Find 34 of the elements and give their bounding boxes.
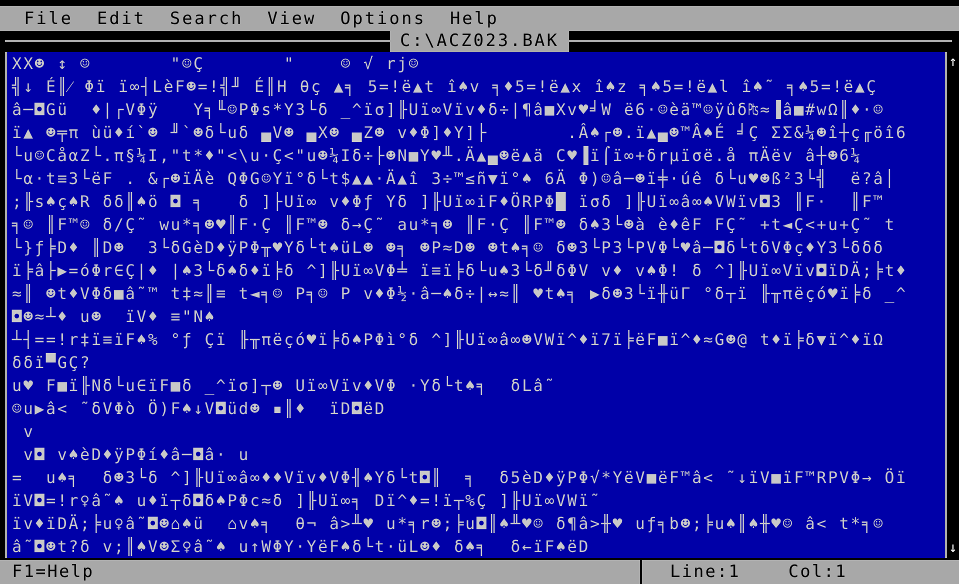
text-line: = u♠╕ δ☻3└δ ^]╟Uï∞â∞♦♦Vïv♦VΦ╢♠Yδ└t◘║ ╕ δ5èD♦ÿPΦ√*YëV■ëF™â< ˜↓ïV■ïF™RPVΦ→ Öï — [12, 467, 908, 489]
text-line: ïv♦ïDÄ;╞u♀â˜◘☻⌂♠ü ⌂v♠╕ θ¬ â>╨♥ u*╕r☻;╞u◘║♠╨♥☺ δ¶â>╫♥ uƒ╕b☻;╞u♠║♠╫♥☺ â< t*╕☺ — [12, 513, 886, 535]
column-indicator: Col:1 — [788, 562, 848, 582]
help-hint: F1=Help — [11, 562, 96, 582]
text-line: v — [22, 421, 36, 443]
text-line: v◘ v♠èD♦ÿPΦí♦â─◘â· u — [22, 444, 251, 466]
text-line: δδï▀GÇ? — [12, 352, 92, 374]
line-indicator: Line:1 — [670, 562, 740, 582]
text-line: ≈║ ☻t♦VΦδ■â˜™ t‡≈║≡ t◄╕☺ P╕☺ P v♦Φ½·â─♠δ÷|↔≈║ ♥t♠╕ ▶δ☻3└ï╫üΓ °δ┬ï ╟╥πëçó♥ï╞δ _^ — [12, 283, 908, 305]
text-line: â─◘Gü ♦|┌VΦÿ Y╕╙☺PΦs*Y3└δ _^ïσ]╟Uï∞Vïv♦δ÷|¶â■Xv♥╛W ë6·☺èä™☺ÿûδ₧≈▐â■#wΩ║♦·☺ — [12, 99, 886, 121]
text-line: ï▲ ☻╤π ùü♦í`☻ ╜`☻δ└uδ ▄V☻ ▄X☻ ▄Z☻ v♦Φ]♦Y]├ .Â♠┌☻.ï▲▄☻™Â♠É ╛Ç ΣΣ&¼☻î┼ç╓öî6 — [12, 122, 908, 144]
menu-item[interactable]: File — [24, 8, 73, 28]
text-line: ╣↓ É║⁄ Φï ï∞┤LèF☻=!╣╜ É║H θç ▲╕ 5=!ë▲t î♠v ╕♦5=!ë▲x î♠z ╕♠5=!ë▲l î♠˜ ╕♠5=!ë▲Ç — [12, 76, 879, 98]
text-line: u♥ F■ï╟Nδ└u∈ïF■δ _^ïσ]┬☻ Uï∞Vïv♦VΦ ·Yδ└t♠╕ δLâ˜ — [12, 375, 557, 397]
scroll-up-arrow[interactable]: ↑ — [947, 52, 959, 72]
text-line: └u☺CåαZ└.π§¼I,"t*♦"<\u·Ç<"u☻¼Iδ÷├☻N■Y♥╨.Ä▲▄☻ë▲ä C♥▐ï⌠ï∞+δrµïσë.å πÄëv â┼☻6¼ — [12, 145, 863, 167]
menu-item[interactable]: Edit — [96, 8, 146, 28]
menu-item[interactable]: Options — [340, 8, 426, 28]
text-line: ☺u▶â< ˜δVΦò Ö)F♠↓V◘üd☻ ▪║♦ ïD◘ëD — [12, 398, 387, 420]
text-line: XX☻ ↕ ☺ "☺Ç " ☺ √ rj☺ — [12, 53, 421, 75]
text-line: ïV◘=!r♀â˜♠ u♦ï┬δ◘δ♠PΦc≈δ ]╟Uï∞╕ Dï^♦=!ï┬%Ç ]╟Uï∞VWï˜ — [12, 490, 602, 512]
text-line: ï╞â├▶=óΦr∈Ç|♦ |♠3└δ♠δ♦ï╞δ ^]╟Uï∞VΦ╧ ï≡ï╞δ└u♠3└δ╜δΦV v♦ v♠Φ! δ ^]╟Uï∞Vïv◘ïDÄ;╞t♦ — [12, 260, 908, 282]
text-line: └}ƒ╞D♦ ║D☻ 3└δGèD♦ÿPΦ╥♥Yδ└t♠üL☻ ☻╕ ☻P≈D☻ ☻t♠╕☺ δ☻3└P3└PVΦ└♥â─◘δ└tδVΦç♦Y3└δδδ — [12, 237, 886, 259]
text-line: └α·t≡3└ëF . &┌☻ïÄè QΦG☺Yï°δ└t$▲▲·Ä▲î 3÷™≤ñ▼ï°♠ 6Ä Φ)☺â─☻ï╪·úê δ└u♥☻ß²3└╣ ë?â│ — [12, 168, 897, 190]
scroll-down-arrow[interactable]: ↓ — [947, 538, 959, 558]
menu-item[interactable]: Help — [450, 8, 499, 28]
text-line: ┴┤==!r‡ï≡ïF♠% °ƒ Çï ╟╥πëçó♥ï╞δ♠PΦì°δ ^]╟Uï∞â∞☻VWï^♦ï7ï╞ëF■ï^♦≈G☻@ t♦ï╞δ▼ï^♦ïΩ — [12, 329, 886, 351]
text-line: â˜◘☻t?δ v;║♠V☻Σ♀â˜♠ u↑WΦY·YëF♠δ└t·üL☻♦ δ♠╕ δ←ïF♠ëD — [12, 536, 591, 558]
menu-item[interactable]: View — [267, 8, 316, 28]
text-line: ◘☻≈┴♦ u☻ ïV♦ ≡"N♠ — [12, 306, 217, 328]
text-line: ;╟s♠ç♠R δδ║♠ö ◘ ╕ δ ]├Uï∞ v♦Φƒ Yδ ]╟Uï∞iF♦ÖRPΦ█ ïσδ ]╟Uï∞â∞♠VWïv◘3 ║F· ║F™ — [12, 191, 886, 213]
text-line: ╕☺ ║F™☺ δ/Ç˜ wu*╕☻♥║F·Ç ║F™☻ δ→Ç˜ au*╕☻ ║F·Ç ║F™☻ δ♠3└☻à è♦êF FÇ˜ +t◄Ç<+u+Ç˜ t — [12, 214, 897, 236]
window-title: C:\ACZ023.BAK — [390, 31, 570, 52]
menu-item[interactable]: Search — [170, 8, 244, 28]
